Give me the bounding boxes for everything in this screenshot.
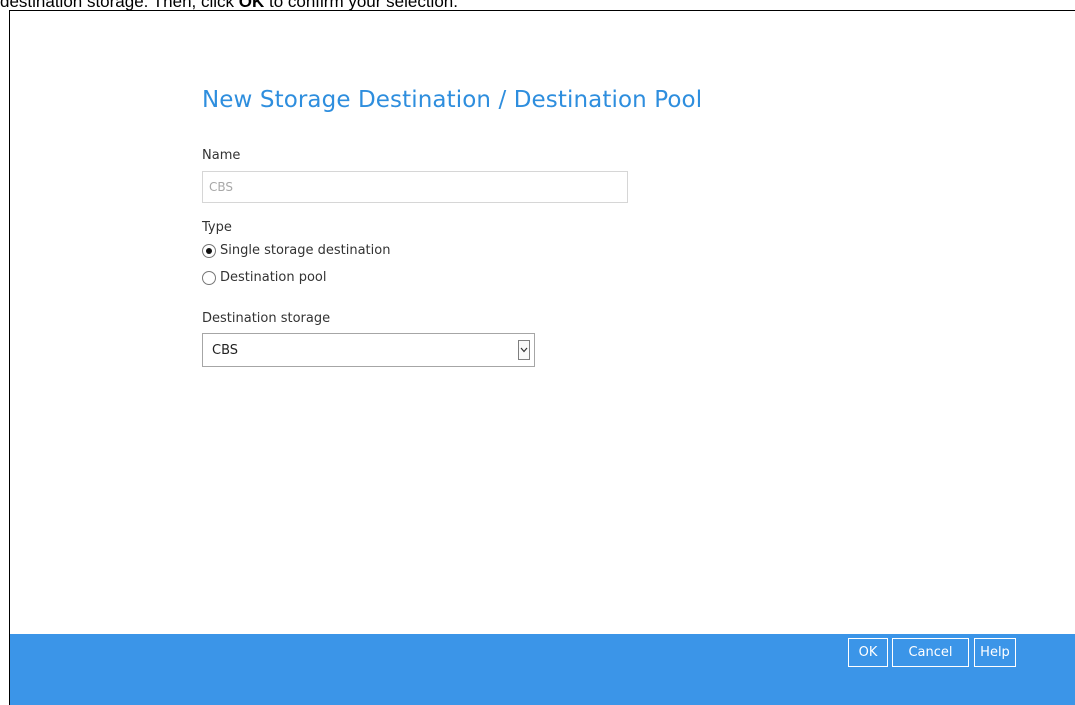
caption-text-2: to confirm your selection. xyxy=(264,0,458,10)
radio-unchecked-icon[interactable] xyxy=(202,270,216,285)
ok-button[interactable]: OK xyxy=(848,638,888,667)
dialog-window: New Storage Destination / Destination Po… xyxy=(9,10,1075,705)
radio-label-single: Single storage destination xyxy=(220,243,391,258)
name-input-value: CBS xyxy=(209,180,234,194)
dialog-title: New Storage Destination / Destination Po… xyxy=(202,87,703,113)
document-caption: destination storage. Then, click OK to c… xyxy=(0,0,1075,10)
help-button[interactable]: Help xyxy=(974,638,1016,667)
radio-single-storage-destination[interactable]: Single storage destination xyxy=(202,243,390,258)
destination-storage-value: CBS xyxy=(212,342,239,358)
caption-bold-ok: OK xyxy=(238,0,265,10)
destination-storage-label: Destination storage xyxy=(202,311,331,326)
name-input[interactable]: CBS xyxy=(202,171,628,203)
cancel-button[interactable]: Cancel xyxy=(892,638,969,667)
caption-text-1: destination storage. Then, click xyxy=(0,0,239,10)
destination-storage-select[interactable]: CBS xyxy=(202,333,535,367)
radio-label-pool: Destination pool xyxy=(220,270,327,285)
radio-checked-icon[interactable] xyxy=(202,243,216,258)
chevron-down-icon[interactable] xyxy=(518,340,530,360)
radio-destination-pool[interactable]: Destination pool xyxy=(202,270,327,285)
type-label: Type xyxy=(202,220,232,235)
name-label: Name xyxy=(202,148,241,163)
